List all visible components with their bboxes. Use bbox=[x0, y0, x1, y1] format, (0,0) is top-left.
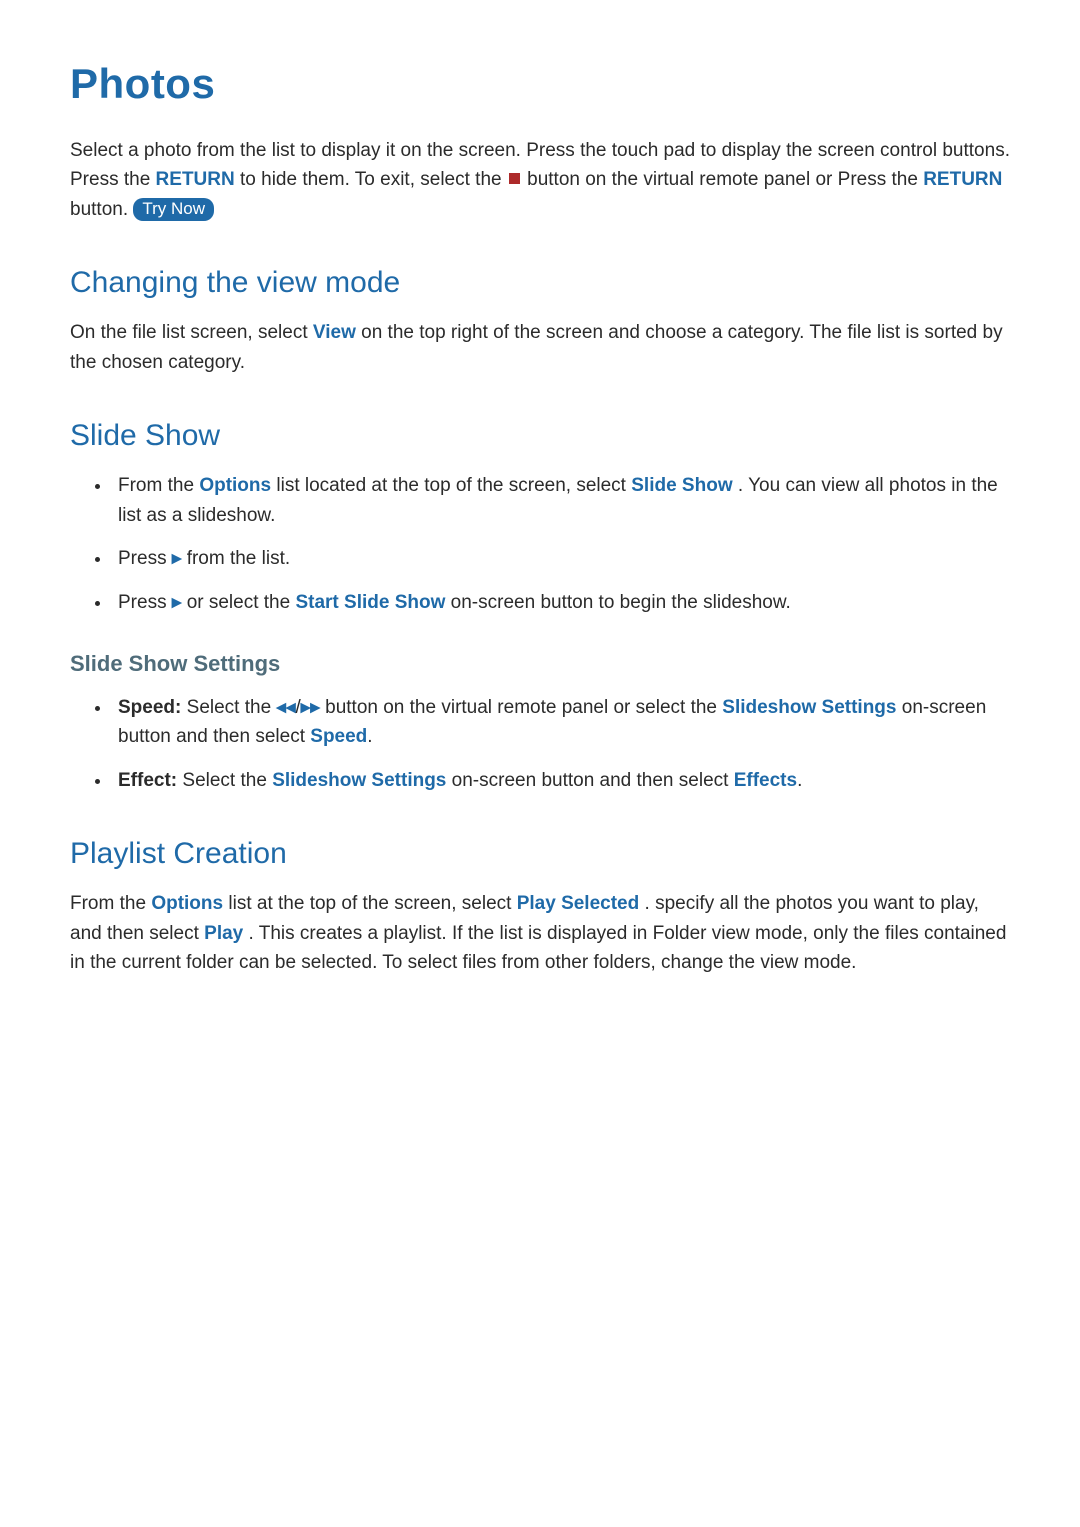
text: . bbox=[367, 726, 372, 747]
view-label: View bbox=[313, 322, 356, 343]
slideshow-settings-label: Slideshow Settings bbox=[722, 697, 896, 718]
text: button. bbox=[70, 199, 133, 220]
try-now-badge[interactable]: Try Now bbox=[133, 198, 214, 221]
text: list located at the top of the screen, s… bbox=[276, 475, 631, 496]
effect-term: Effect: bbox=[118, 770, 177, 791]
effects-label: Effects bbox=[734, 770, 797, 791]
start-slide-show-label: Start Slide Show bbox=[295, 592, 445, 613]
subsection-heading-slide-show-settings: Slide Show Settings bbox=[70, 651, 1010, 677]
text: On the file list screen, select bbox=[70, 322, 313, 343]
section-heading-slide-show: Slide Show bbox=[70, 419, 1010, 453]
slideshow-settings-label: Slideshow Settings bbox=[272, 770, 446, 791]
return-key-label: RETURN bbox=[156, 169, 235, 190]
text: Select the bbox=[187, 697, 277, 718]
text: or select the bbox=[187, 592, 296, 613]
list-item: Press ▸ or select the Start Slide Show o… bbox=[112, 588, 1010, 617]
text: button on the virtual remote panel or Pr… bbox=[527, 169, 923, 190]
view-mode-paragraph: On the file list screen, select View on … bbox=[70, 318, 1010, 377]
return-key-label: RETURN bbox=[923, 169, 1002, 190]
text: list at the top of the screen, select bbox=[228, 893, 516, 914]
speed-term: Speed: bbox=[118, 697, 181, 718]
text: on-screen button and then select bbox=[452, 770, 734, 791]
slide-show-label: Slide Show bbox=[631, 475, 732, 496]
options-label: Options bbox=[199, 475, 271, 496]
play-selected-label: Play Selected bbox=[517, 893, 640, 914]
rewind-icon: ◂◂ bbox=[276, 697, 295, 718]
page-title: Photos bbox=[70, 60, 1010, 108]
text: From the bbox=[70, 893, 151, 914]
text: Press bbox=[118, 548, 172, 569]
text: button on the virtual remote panel or se… bbox=[325, 697, 722, 718]
list-item: From the Options list located at the top… bbox=[112, 471, 1010, 530]
options-label: Options bbox=[151, 893, 223, 914]
text: on-screen button to begin the slideshow. bbox=[451, 592, 791, 613]
list-item: Speed: Select the ◂◂/▸▸ button on the vi… bbox=[112, 693, 1010, 752]
list-item: Effect: Select the Slideshow Settings on… bbox=[112, 766, 1010, 795]
section-heading-playlist-creation: Playlist Creation bbox=[70, 837, 1010, 871]
play-icon: ▸ bbox=[172, 592, 182, 613]
stop-icon bbox=[509, 173, 520, 184]
intro-paragraph: Select a photo from the list to display … bbox=[70, 136, 1010, 224]
play-icon: ▸ bbox=[172, 548, 182, 569]
slide-show-list: From the Options list located at the top… bbox=[70, 471, 1010, 617]
fast-forward-icon: ▸▸ bbox=[301, 697, 320, 718]
text: . bbox=[797, 770, 802, 791]
play-label: Play bbox=[204, 923, 243, 944]
text: from the list. bbox=[187, 548, 290, 569]
speed-label: Speed bbox=[310, 726, 367, 747]
slide-show-settings-list: Speed: Select the ◂◂/▸▸ button on the vi… bbox=[70, 693, 1010, 795]
section-heading-view-mode: Changing the view mode bbox=[70, 266, 1010, 300]
text: Press bbox=[118, 592, 172, 613]
text: Select the bbox=[182, 770, 272, 791]
playlist-creation-paragraph: From the Options list at the top of the … bbox=[70, 889, 1010, 977]
list-item: Press ▸ from the list. bbox=[112, 544, 1010, 573]
page: Photos Select a photo from the list to d… bbox=[0, 0, 1080, 1527]
text: to hide them. To exit, select the bbox=[240, 169, 507, 190]
text: From the bbox=[118, 475, 199, 496]
